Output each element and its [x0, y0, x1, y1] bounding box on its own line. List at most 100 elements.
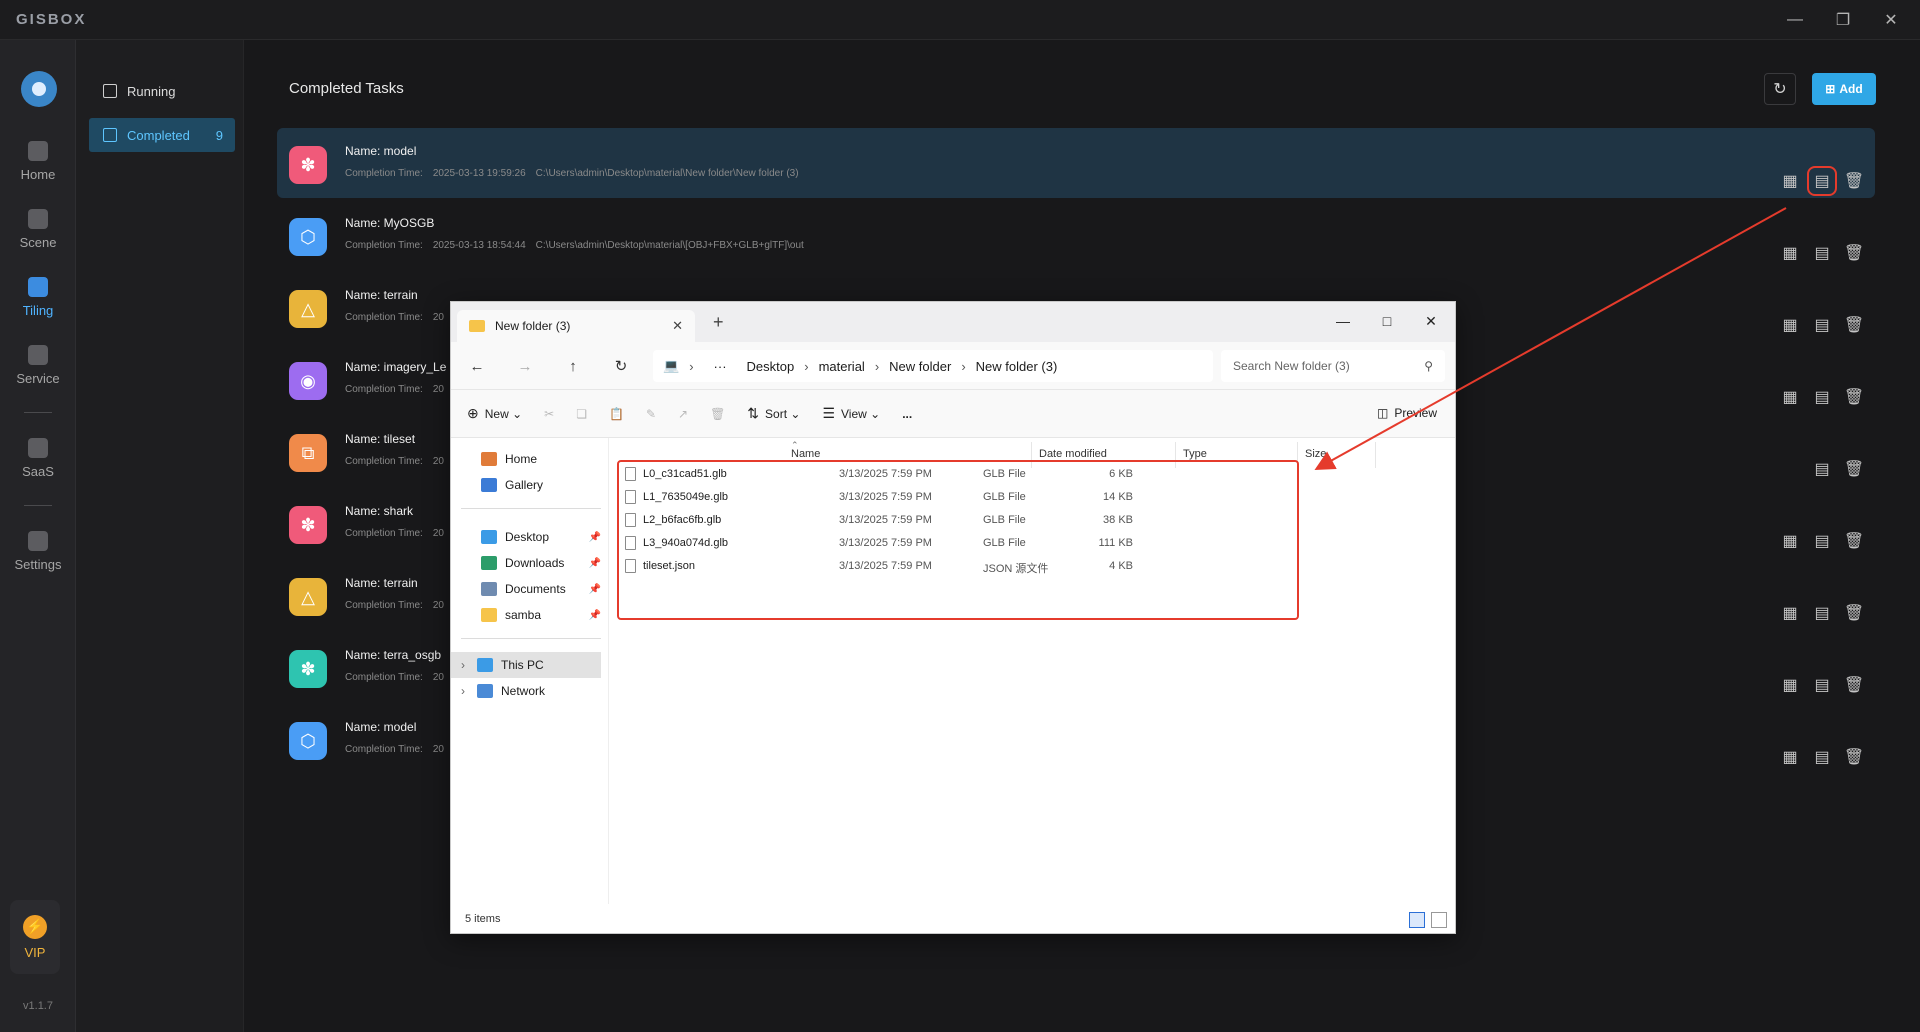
sidebar-item-downloads[interactable]: Downloads 📌 — [451, 550, 601, 576]
more-options-button[interactable]: ... — [902, 407, 912, 421]
minimize-icon[interactable]: — — [1783, 8, 1807, 32]
preview-button[interactable]: ◫ Preview — [1377, 406, 1437, 420]
open-folder-icon[interactable]: ▤ — [1807, 166, 1837, 196]
subnav-running[interactable]: Running — [89, 74, 235, 108]
new-button[interactable]: ⊕ New ⌄ — [467, 405, 522, 422]
open-folder-icon[interactable]: ▤ — [1813, 604, 1831, 622]
rename-icon[interactable]: ✎ — [646, 407, 656, 421]
open-folder-icon[interactable]: ▤ — [1813, 316, 1831, 334]
sidebar-item-network[interactable]: › Network — [451, 678, 601, 704]
up-icon[interactable]: ↑ — [561, 354, 585, 378]
explorer-tab[interactable]: New folder (3) ✕ — [457, 310, 695, 342]
new-tab-icon[interactable]: + — [713, 312, 724, 333]
preview-icon[interactable]: ▦ — [1781, 244, 1799, 262]
page-title: Completed Tasks — [289, 80, 404, 97]
task-row[interactable]: ✽ Name: model Completion Time: 2025-03-13 1… — [277, 128, 1875, 198]
delete-icon[interactable]: 🗑 — [710, 407, 725, 421]
more-crumbs-icon[interactable]: ··· — [714, 359, 727, 374]
open-folder-icon[interactable]: ▤ — [1813, 748, 1831, 766]
chevron-right-icon: › — [874, 358, 880, 374]
completion-time: 20 — [432, 600, 444, 611]
sidebar-item-gallery[interactable]: Gallery — [451, 472, 601, 498]
breadcrumb[interactable]: 💻 › ··· Desktop › material › New folder … — [653, 350, 1213, 382]
delete-icon[interactable]: 🗑 — [1844, 244, 1864, 262]
preview-icon[interactable]: ▦ — [1781, 748, 1799, 766]
app-logo: GISBOX — [16, 11, 87, 28]
task-name: Name: terrain — [345, 576, 418, 590]
column-header-date[interactable]: Date modified — [1039, 448, 1107, 460]
sidebar-item-samba[interactable]: samba 📌 — [451, 602, 601, 628]
open-folder-icon[interactable]: ▤ — [1813, 532, 1831, 550]
delete-icon[interactable]: 🗑 — [1844, 748, 1864, 766]
add-button[interactable]: ⊞ Add — [1812, 73, 1876, 105]
sort-button[interactable]: ⇅ Sort ⌄ — [747, 405, 800, 422]
column-header-name[interactable]: Name — [791, 448, 820, 460]
refresh-icon[interactable]: ↻ — [609, 354, 633, 378]
details-view-icon[interactable] — [1409, 912, 1425, 928]
share-icon[interactable]: ↗ — [678, 407, 688, 421]
vip-button[interactable]: ⚡ VIP — [10, 900, 60, 974]
column-header-type[interactable]: Type — [1183, 448, 1207, 460]
search-input[interactable]: Search New folder (3) ⚲ — [1221, 350, 1445, 382]
explorer-close-icon[interactable]: ✕ — [1411, 308, 1451, 334]
delete-icon[interactable]: 🗑 — [1844, 388, 1864, 406]
nav-scene[interactable]: Scene — [0, 199, 76, 259]
home-icon — [481, 452, 497, 466]
refresh-button[interactable]: ↻ — [1764, 73, 1796, 105]
crumb-new-folder[interactable]: New folder — [889, 359, 951, 374]
open-folder-icon[interactable]: ▤ — [1813, 460, 1831, 478]
delete-icon[interactable]: 🗑 — [1844, 460, 1864, 478]
sidebar-item-desktop[interactable]: Desktop 📌 — [451, 524, 601, 550]
subnav-completed[interactable]: Completed 9 — [89, 118, 235, 152]
task-meta: Completion Time: 2025-03-13 18:54:44 C:\Us… — [345, 240, 814, 251]
view-button[interactable]: ☰ View ⌄ — [822, 405, 880, 422]
delete-icon[interactable]: 🗑 — [1844, 316, 1864, 334]
copy-icon[interactable]: ❏ — [576, 407, 587, 421]
crumb-new-folder-3[interactable]: New folder (3) — [976, 359, 1058, 374]
refresh-icon: ↻ — [1773, 81, 1787, 98]
home-icon — [28, 140, 48, 161]
open-folder-icon[interactable]: ▤ — [1813, 388, 1831, 406]
column-header-size[interactable]: Size — [1305, 448, 1326, 460]
sidebar-item-this-pc[interactable]: › This PC — [451, 652, 601, 678]
crumb-desktop[interactable]: Desktop — [747, 359, 795, 374]
nav-service[interactable]: Service — [0, 335, 76, 395]
sidebar-item-home[interactable]: Home — [451, 446, 601, 472]
nav-tiling[interactable]: Tiling — [0, 267, 76, 327]
task-row[interactable]: ⬡ Name: MyOSGB Completion Time: 2025-03-13 … — [277, 200, 1875, 270]
completion-time-label: Completion Time: — [345, 168, 423, 179]
bolt-icon: ⚡ — [23, 914, 47, 939]
crumb-material[interactable]: material — [819, 359, 865, 374]
sidebar-item-documents[interactable]: Documents 📌 — [451, 576, 601, 602]
forward-icon[interactable]: → — [513, 354, 537, 378]
open-folder-icon[interactable]: ▤ — [1813, 244, 1831, 262]
delete-icon[interactable]: 🗑 — [1844, 604, 1864, 622]
cut-icon[interactable]: ✂ — [544, 407, 554, 421]
nav-home[interactable]: Home — [0, 131, 76, 191]
delete-icon[interactable]: 🗑 — [1844, 676, 1864, 694]
nav-settings[interactable]: Settings — [0, 521, 76, 581]
preview-icon[interactable]: ▦ — [1781, 532, 1799, 550]
preview-icon[interactable]: ▦ — [1781, 604, 1799, 622]
preview-icon[interactable]: ▦ — [1781, 172, 1799, 190]
task-actions: ▤ 🗑 — [1813, 460, 1864, 478]
avatar[interactable] — [21, 71, 57, 107]
preview-icon[interactable]: ▦ — [1781, 316, 1799, 334]
delete-icon[interactable]: 🗑 — [1844, 172, 1864, 190]
open-folder-icon[interactable]: ▤ — [1813, 676, 1831, 694]
task-type-icon: ⬡ — [289, 722, 327, 760]
preview-icon[interactable]: ▦ — [1781, 388, 1799, 406]
restore-icon[interactable]: ❐ — [1831, 8, 1855, 32]
task-meta: Completion Time: 20 — [345, 456, 464, 467]
close-icon[interactable]: ✕ — [1879, 8, 1903, 32]
back-icon[interactable]: ← — [465, 354, 489, 378]
preview-icon[interactable]: ▦ — [1781, 676, 1799, 694]
task-type-icon: △ — [289, 290, 327, 328]
tab-close-icon[interactable]: ✕ — [672, 318, 683, 334]
explorer-maximize-icon[interactable]: □ — [1367, 308, 1407, 334]
paste-icon[interactable]: 📋 — [609, 407, 624, 421]
delete-icon[interactable]: 🗑 — [1844, 532, 1864, 550]
tiles-view-icon[interactable] — [1431, 912, 1447, 928]
explorer-minimize-icon[interactable]: — — [1323, 308, 1363, 334]
nav-saas[interactable]: SaaS — [0, 428, 76, 488]
